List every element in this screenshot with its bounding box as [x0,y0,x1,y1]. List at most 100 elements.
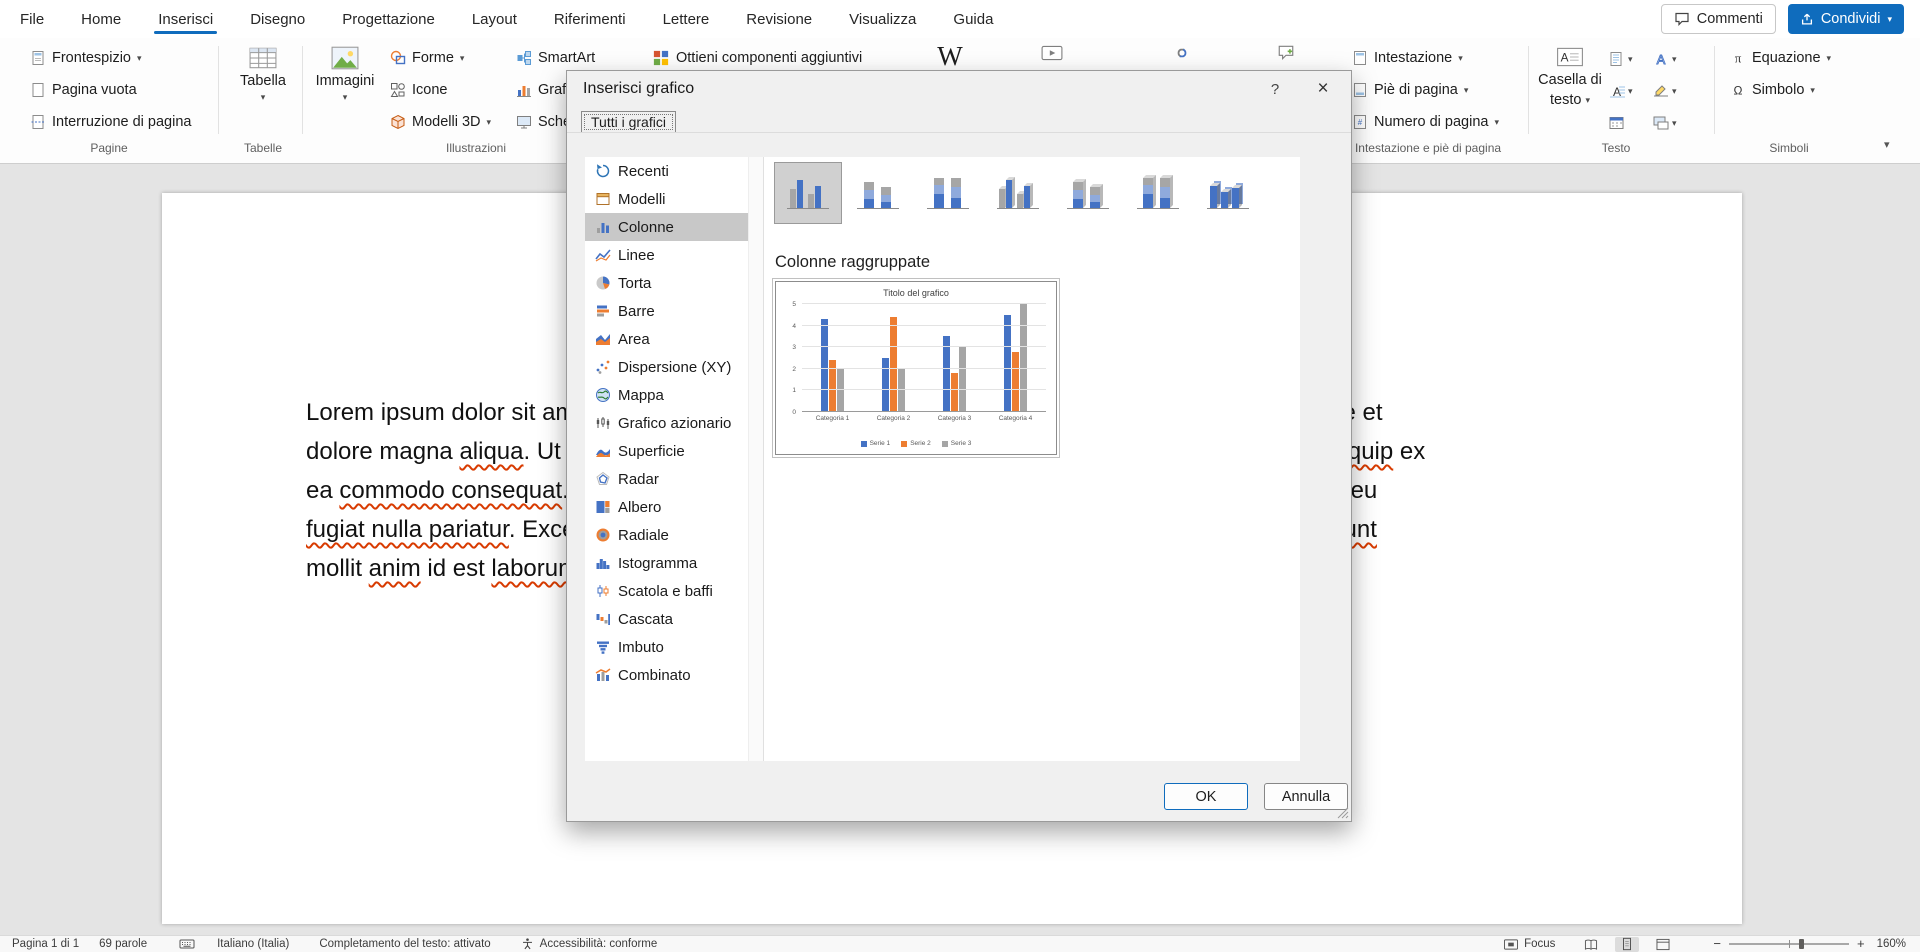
ok-button[interactable]: OK [1164,783,1248,810]
online-video-button[interactable] [1032,44,1072,62]
accessibility-status[interactable]: Accessibilità: conforme [540,936,658,952]
share-button[interactable]: Condividi ▾ [1788,4,1904,34]
blank-page-button[interactable]: Pagina vuota [30,76,137,104]
pictures-button[interactable]: Immagini ▾ [312,46,378,102]
tab-home[interactable]: Home [79,3,123,36]
get-add-ins-button[interactable]: Ottieni componenti aggiuntivi [652,44,862,72]
zoom-level[interactable]: 160% [1877,936,1906,952]
word-count[interactable]: 69 parole [99,936,147,952]
tab-disegno[interactable]: Disegno [248,3,307,36]
sidebar-item-dispersione-xy[interactable]: Dispersione (XY) [585,353,748,381]
sidebar-item-recenti[interactable]: Recenti [585,157,748,185]
tab-all-charts[interactable]: Tutti i grafici [581,111,676,133]
clustered-column-thumbnail[interactable] [774,162,842,224]
accessibility-icon[interactable] [521,937,534,951]
sidebar-item-radar[interactable]: Radar [585,465,748,493]
preview-bar [898,369,905,412]
table-button[interactable]: Tabella ▾ [232,46,294,102]
misspelled-word: commodo consequat [339,477,562,504]
symbol-button[interactable]: Ω Simbolo ▾ [1730,76,1815,104]
sidebar-item-combinato[interactable]: Combinato [585,661,748,689]
cancel-button[interactable]: Annulla [1264,783,1348,810]
drop-cap-button[interactable]: A▾ [1608,78,1633,104]
sidebar-item-scatola-e-baffi[interactable]: Scatola e baffi [585,577,748,605]
tab-revisione[interactable]: Revisione [744,3,814,36]
wikipedia-button[interactable]: W [928,43,972,70]
equation-button[interactable]: π Equazione ▾ [1730,44,1831,72]
category-label: Categoria 1 [802,415,863,426]
radar-chart-icon [595,471,611,487]
wordart-button[interactable]: A▾ [1652,46,1677,72]
category-label: Categoria 4 [985,415,1046,426]
3d-clustered-column-thumbnail[interactable] [984,162,1052,224]
dialog-list-scrollbar[interactable] [748,157,763,761]
sidebar-item-imbuto[interactable]: Imbuto [585,633,748,661]
page-indicator[interactable]: Pagina 1 di 1 [12,936,79,952]
print-layout-button[interactable] [1615,937,1639,952]
3d-stacked-100-column-thumbnail[interactable] [1124,162,1192,224]
sidebar-item-torta[interactable]: Torta [585,269,748,297]
sidebar-item-colonne[interactable]: Colonne [585,213,748,241]
tab-inserisci[interactable]: Inserisci [156,3,215,36]
cover-page-button[interactable]: Frontespizio ▾ [30,44,142,72]
page-break-button[interactable]: Interruzione di pagina [30,108,191,136]
tab-lettere[interactable]: Lettere [661,3,712,36]
zoom-in-button[interactable]: + [1857,936,1865,952]
sidebar-item-mappa[interactable]: Mappa [585,381,748,409]
shapes-button[interactable]: Forme ▾ [390,44,464,72]
sidebar-item-superficie[interactable]: Superficie [585,437,748,465]
zoom-slider[interactable] [1729,943,1849,945]
preview-legend: Serie 1Serie 2Serie 3 [776,440,1056,447]
sidebar-item-grafico-azionario[interactable]: Grafico azionario [585,409,748,437]
tab-guida[interactable]: Guida [951,3,995,36]
sidebar-item-radiale[interactable]: Radiale [585,521,748,549]
stacked-100-column-thumbnail[interactable] [914,162,982,224]
read-mode-button[interactable] [1579,937,1603,952]
tab-visualizza[interactable]: Visualizza [847,3,918,36]
zoom-slider-thumb[interactable] [1799,939,1804,949]
sidebar-item-modelli[interactable]: Modelli [585,185,748,213]
zoom-out-button[interactable]: − [1713,936,1721,952]
new-comment-button[interactable] [1266,44,1306,62]
date-time-button[interactable] [1608,110,1626,136]
tab-file[interactable]: File [18,3,46,36]
table-icon [249,46,277,70]
3d-models-button[interactable]: Modelli 3D ▾ [390,108,491,136]
close-icon[interactable]: × [1309,76,1337,102]
sidebar-item-linee[interactable]: Linee [585,241,748,269]
web-layout-button[interactable] [1651,937,1675,952]
sidebar-item-albero[interactable]: Albero [585,493,748,521]
sidebar-item-istogramma[interactable]: Istogramma [585,549,748,577]
column-chart-icon [595,219,611,235]
3d-stacked-column-thumbnail[interactable] [1054,162,1122,224]
footer-button[interactable]: Piè di pagina ▾ [1352,76,1468,104]
focus-button[interactable]: Focus [1524,936,1555,952]
icons-button[interactable]: Icone [390,76,447,104]
smartart-button[interactable]: SmartArt [516,44,595,72]
3d-column-thumbnail[interactable] [1194,162,1262,224]
page-number-button[interactable]: # Numero di pagina ▾ [1352,108,1499,136]
help-icon[interactable]: ? [1263,79,1287,101]
tab-riferimenti[interactable]: Riferimenti [552,3,628,36]
stacked-column-thumbnail[interactable] [844,162,912,224]
quick-parts-button[interactable]: ▾ [1608,46,1633,72]
comments-button[interactable]: Commenti [1661,4,1776,34]
sidebar-item-cascata[interactable]: Cascata [585,605,748,633]
signature-line-button[interactable]: ▾ [1652,78,1677,104]
header-button[interactable]: Intestazione ▾ [1352,44,1463,72]
language-indicator[interactable]: Italiano (Italia) [217,936,289,952]
sidebar-item-area[interactable]: Area [585,325,748,353]
tab-progettazione[interactable]: Progettazione [340,3,437,36]
resize-grip[interactable] [1337,807,1349,819]
chart-preview[interactable]: Titolo del grafico 012345 Categoria 1Cat… [775,281,1057,455]
tab-layout[interactable]: Layout [470,3,519,36]
text-box-label-line1: Casella di [1538,72,1602,89]
sidebar-item-barre[interactable]: Barre [585,297,748,325]
text-prediction-indicator[interactable]: Completamento del testo: attivato [319,936,490,952]
collapse-ribbon-button[interactable]: ▾ [1884,138,1890,151]
text-box-button[interactable]: A Casella di testo▾ [1538,45,1602,108]
preview-bar [951,373,958,412]
object-button[interactable]: ▾ [1652,110,1677,136]
keyboard-icon[interactable] [179,937,195,951]
links-button[interactable] [1162,44,1202,62]
